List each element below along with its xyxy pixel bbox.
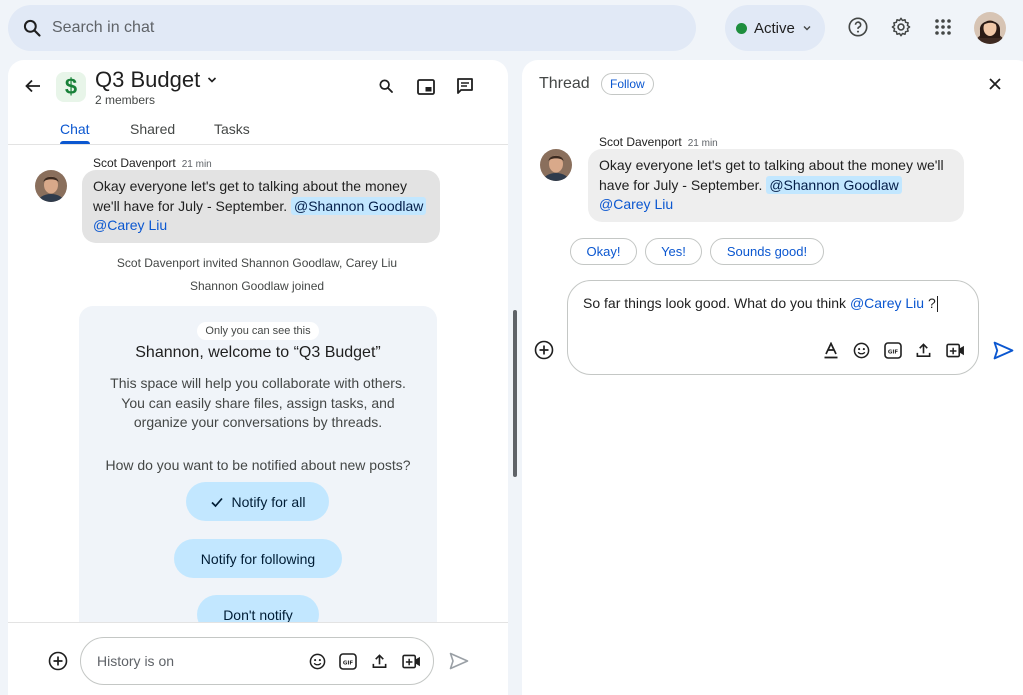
composer-divider [8,622,508,623]
gif-icon[interactable]: GIF [884,342,902,359]
composer-input[interactable]: History is on [97,653,174,669]
gear-icon[interactable] [888,14,914,40]
visibility-badge: Only you can see this [197,322,319,340]
emoji-icon[interactable] [853,342,870,359]
thread-reply-input[interactable]: So far things look good. What do you thi… [583,295,938,313]
system-message-invited: Scot Davenport invited Shannon Goodlaw, … [116,256,398,270]
search-icon[interactable] [378,78,394,94]
picture-in-picture-icon[interactable] [417,79,435,95]
svg-text:GIF: GIF [343,660,354,666]
tab-tasks[interactable]: Tasks [214,121,250,137]
message-author[interactable]: Scot Davenport [93,156,176,170]
check-icon [210,495,224,509]
text-cursor [936,296,938,313]
send-icon[interactable] [449,652,469,670]
message-time: 21 min [687,138,718,149]
follow-button[interactable]: Follow [601,73,654,95]
notify-all-button[interactable]: Notify for all [186,482,329,521]
svg-text:GIF: GIF [888,349,899,355]
status-label: Active [754,19,795,37]
video-meeting-icon[interactable] [946,343,965,358]
emoji-icon[interactable] [309,653,326,670]
close-icon[interactable] [988,77,1002,91]
search-bar[interactable]: Search in chat [8,5,696,51]
thread-text-line2: have for July - September. [599,176,763,193]
tab-shared[interactable]: Shared [130,121,175,137]
message-text-line1: Okay everyone let's get to talking about… [93,178,407,194]
status-dropdown[interactable]: Active [725,5,825,51]
avatar[interactable] [540,149,572,181]
member-count[interactable]: 2 members [95,93,155,107]
mention-chip[interactable]: @Shannon Goodlaw [766,175,902,194]
reply-tail: ? [927,295,936,311]
search-input[interactable]: Search in chat [52,19,154,37]
gif-icon[interactable]: GIF [339,653,357,670]
apps-grid-icon[interactable] [930,14,956,40]
welcome-body: This space will help you collaborate wit… [79,374,437,433]
avatar[interactable] [35,170,67,202]
chevron-down-icon [802,23,812,33]
welcome-body-line: organize your conversations by threads. [133,414,383,430]
message-time: 21 min [181,159,212,170]
smart-reply-chip[interactable]: Yes! [645,238,702,265]
tab-divider [8,144,508,145]
scrollbar[interactable] [513,310,517,477]
message-text-line2: we'll have for July - September. [93,197,288,214]
thread-message-bubble[interactable]: Okay everyone let's get to talking about… [588,149,964,222]
welcome-body-line: This space will help you collaborate wit… [110,375,406,391]
notify-all-label: Notify for all [231,493,306,510]
back-arrow-icon[interactable] [24,77,42,95]
notify-question: How do you want to be notified about new… [105,457,411,473]
thread-list-icon[interactable] [456,77,474,95]
reply-text: So far things look good. What do you thi… [583,295,847,311]
mention-chip[interactable]: @Carey Liu [599,196,673,212]
thread-title: Thread [539,75,590,92]
status-dot [736,22,747,34]
message-bubble[interactable]: Okay everyone let's get to talking about… [82,170,440,243]
space-title[interactable]: Q3 Budget [95,67,200,93]
thread-text-line1: Okay everyone let's get to talking about… [599,157,944,173]
mention-chip[interactable]: @Shannon Goodlaw [290,196,427,215]
message-author[interactable]: Scot Davenport [599,135,682,149]
smart-reply-chip[interactable]: Sounds good! [710,238,824,265]
send-icon[interactable] [993,341,1014,360]
notify-following-button[interactable]: Notify for following [174,539,342,578]
help-icon[interactable] [845,14,871,40]
mention-chip[interactable]: @Carey Liu [93,217,167,233]
welcome-title: Shannon, welcome to “Q3 Budget” [135,344,381,361]
video-meeting-icon[interactable] [402,654,421,669]
space-icon: $ [56,72,86,102]
upload-icon[interactable] [371,653,388,670]
text-format-icon[interactable] [823,342,839,359]
search-icon[interactable] [22,18,42,38]
add-circle-icon[interactable] [534,340,554,360]
smart-reply-chip[interactable]: Okay! [570,238,637,265]
account-avatar[interactable] [974,12,1006,44]
system-message-joined: Shannon Goodlaw joined [189,279,325,293]
chevron-down-icon[interactable] [206,74,218,86]
add-circle-icon[interactable] [48,651,68,671]
upload-icon[interactable] [915,342,932,359]
visibility-badge-wrap: Only you can see this [79,321,437,340]
welcome-body-line: You can easily share files, assign tasks… [121,394,395,411]
tab-chat[interactable]: Chat [60,121,90,137]
mention-chip[interactable]: @Carey Liu [850,295,924,311]
